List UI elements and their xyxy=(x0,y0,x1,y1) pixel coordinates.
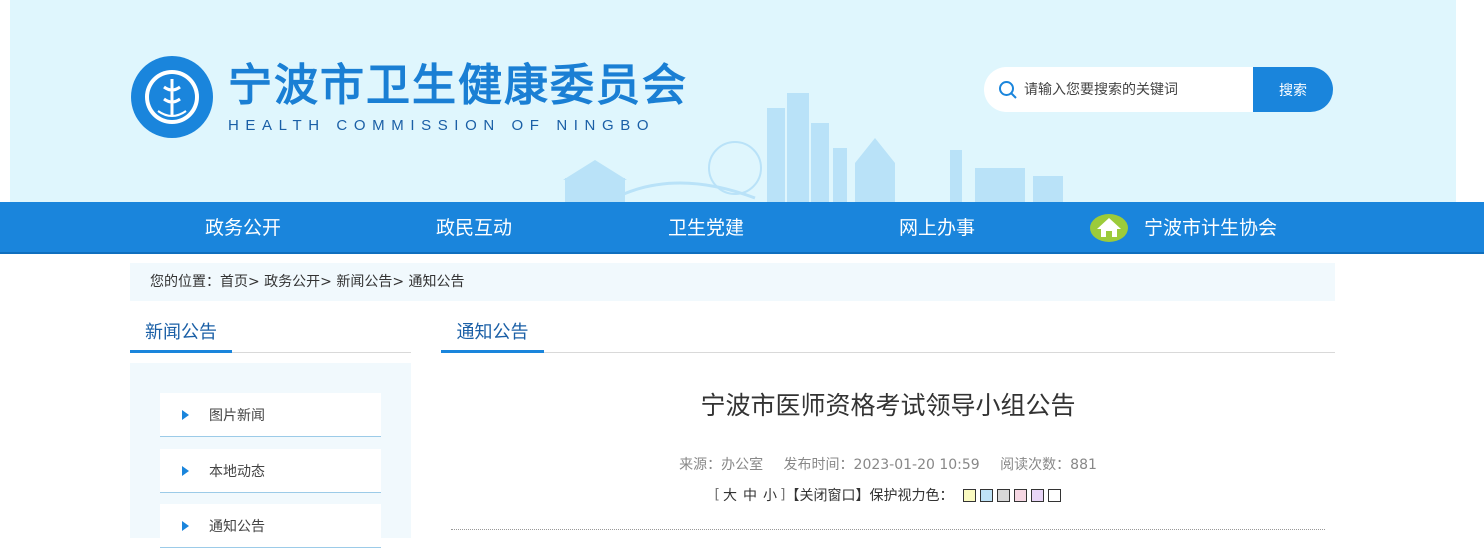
sidebar-item-photo-news[interactable]: 图片新闻 xyxy=(160,393,381,437)
font-size-small-button[interactable]: 小 xyxy=(763,485,777,505)
search-box xyxy=(984,67,1253,112)
eye-protection-label: 保护视力色： xyxy=(869,488,954,504)
search-input[interactable] xyxy=(1024,81,1244,98)
font-size-open-bracket: [ xyxy=(714,487,720,503)
triangle-bullet-icon xyxy=(182,465,189,476)
sidebar-item-local-news[interactable]: 本地动态 xyxy=(160,449,381,493)
font-size-medium-button[interactable]: 中 xyxy=(743,485,757,505)
article-meta: 来源：办公室 发布时间：2023-01-20 10:59 阅读次数：881 xyxy=(441,454,1335,474)
main-section-header: 通知公告 xyxy=(441,318,1335,353)
close-window-link[interactable]: 【关闭窗口】 xyxy=(785,485,869,505)
nav-item-family-planning-association[interactable]: 宁波市计生协会 xyxy=(1089,202,1277,254)
eye-color-swatch-1[interactable] xyxy=(963,488,977,502)
article-publish-time: 发布时间：2023-01-20 10:59 xyxy=(783,457,980,473)
eye-color-swatch-6[interactable] xyxy=(1048,488,1062,502)
eye-color-swatch-4[interactable] xyxy=(1014,488,1028,502)
sidebar-header: 新闻公告 xyxy=(130,318,411,353)
nav-item-online-services[interactable]: 网上办事 xyxy=(899,202,975,254)
site-logo[interactable]: 宁波市卫生健康委员会 HEALTH COMMISSION OF NINGBO xyxy=(130,55,688,139)
main-nav: 政务公开 政民互动 卫生党建 网上办事 宁波市计生协会 xyxy=(0,202,1484,254)
article-tools: [ 大 中 小 ] 【关闭窗口】 保护视力色： xyxy=(441,485,1335,505)
search-bar: 搜索 xyxy=(984,67,1333,112)
nav-special-label: 宁波市计生协会 xyxy=(1144,217,1278,239)
eye-color-swatch-3[interactable] xyxy=(997,488,1011,502)
nav-item-public-interaction[interactable]: 政民互动 xyxy=(436,202,512,254)
article-title: 宁波市医师资格考试领导小组公告 xyxy=(700,391,1076,420)
nav-item-party-building[interactable]: 卫生党建 xyxy=(668,202,744,254)
logo-english-name: HEALTH COMMISSION OF NINGBO xyxy=(228,116,656,134)
sidebar-item-notices[interactable]: 通知公告 xyxy=(160,504,381,548)
article-view-count: 阅读次数：881 xyxy=(1000,457,1097,473)
eye-color-swatch-2[interactable] xyxy=(980,488,994,502)
sidebar-item-label: 本地动态 xyxy=(209,463,265,480)
eye-color-swatch-5[interactable] xyxy=(1031,488,1045,502)
sidebar-item-label: 通知公告 xyxy=(209,518,265,535)
commission-emblem-icon xyxy=(131,56,213,138)
search-icon xyxy=(999,80,1017,99)
breadcrumb: 您的位置：首页> 政务公开> 新闻公告> 通知公告 xyxy=(130,263,1335,301)
logo-chinese-name: 宁波市卫生健康委员会 xyxy=(228,59,688,111)
nav-item-government-affairs[interactable]: 政务公开 xyxy=(205,202,281,254)
triangle-bullet-icon xyxy=(182,520,189,531)
header-banner: 宁波市卫生健康委员会 HEALTH COMMISSION OF NINGBO 搜… xyxy=(10,0,1456,202)
eye-protection-swatches xyxy=(959,488,1062,502)
sidebar-panel: 图片新闻 本地动态 通知公告 xyxy=(130,363,411,548)
article-divider xyxy=(451,529,1325,530)
font-size-large-button[interactable]: 大 xyxy=(723,485,737,505)
sidebar-title: 新闻公告 xyxy=(130,318,232,353)
sidebar-item-label: 图片新闻 xyxy=(209,407,265,424)
article-source: 来源：办公室 xyxy=(679,457,764,473)
triangle-bullet-icon xyxy=(182,409,189,420)
main-section-title: 通知公告 xyxy=(441,318,544,353)
association-logo-icon xyxy=(1090,214,1128,242)
search-button[interactable]: 搜索 xyxy=(1253,67,1333,112)
